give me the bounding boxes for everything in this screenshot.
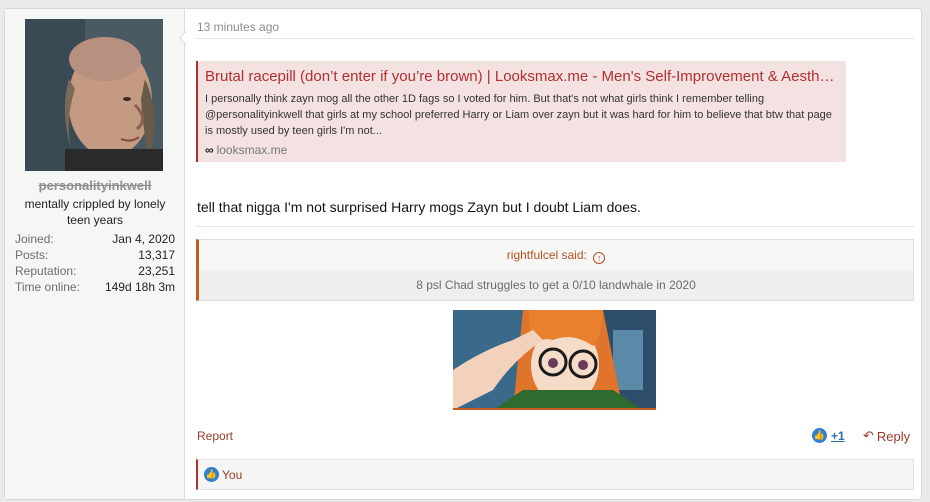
link-icon: ∞ [205,143,214,157]
avatar[interactable] [25,19,163,171]
stat-value: 149d 18h 3m [104,280,175,294]
message-post: personalityinkwell mentally crippled by … [4,8,922,500]
quote-text: 8 psl Chad struggles to get a 0/10 landw… [199,270,913,300]
stat-value: Jan 4, 2020 [112,232,175,246]
blockquote: rightfulcel said: ↑ 8 psl Chad struggles… [196,239,914,301]
unfurl-title[interactable]: Brutal racepill (don’t enter if you’re b… [205,67,840,87]
arrow-up-icon[interactable]: ↑ [593,252,606,264]
like-icon: 👍 [812,428,827,443]
stat-value[interactable]: 13,317 [138,247,175,263]
reply-icon: ↶ [863,428,874,443]
stat-row-joined: Joined: Jan 4, 2020 [15,231,175,247]
stat-label: Joined: [15,232,54,246]
avatar-image [25,19,163,171]
embedded-image[interactable] [453,310,656,410]
quote-header[interactable]: rightfulcel said: ↑ [199,240,913,270]
unfurl-domain: looksmax.me [216,143,288,157]
divider [196,226,914,227]
stat-row-time-online: Time online: 149d 18h 3m [15,279,175,295]
reaction-count[interactable]: +1 [831,429,845,443]
reactions-label[interactable]: You [222,468,242,482]
reactions-bar[interactable]: 👍 You [196,459,914,490]
stat-row-reputation: Reputation: 23,251 [15,263,175,279]
unfurl-description: I personally think zayn mog all the othe… [205,93,832,137]
user-title: mentally crippled by lonely teen years [24,197,166,227]
anime-girl-image [453,310,656,408]
user-sidebar: personalityinkwell mentally crippled by … [5,9,185,499]
reaction-summary[interactable]: 👍 +1 [812,428,845,443]
message-text: tell that nigga I'm not surprised Harry … [197,199,641,215]
stat-label: Reputation: [15,264,77,278]
unfurl-domain-row: ∞ looksmax.me [205,143,840,157]
post-timestamp[interactable]: 13 minutes ago [197,20,279,34]
reply-label: Reply [876,428,911,444]
username[interactable]: personalityinkwell [5,178,185,193]
reply-button[interactable]: ↶ Reply [863,428,910,444]
stat-value: 23,251 [138,264,175,278]
divider [196,38,914,39]
like-icon: 👍 [204,467,219,482]
stat-label: Posts: [15,248,49,262]
user-stats: Joined: Jan 4, 2020 Posts: 13,317 Reputa… [15,231,175,295]
link-unfurl-card[interactable]: Brutal racepill (don’t enter if you’re b… [196,61,846,162]
quote-author[interactable]: rightfulcel said: [507,248,587,262]
stat-label: Time online: [15,280,80,294]
stat-row-posts: Posts: 13,317 [15,247,175,263]
report-link[interactable]: Report [197,429,233,443]
